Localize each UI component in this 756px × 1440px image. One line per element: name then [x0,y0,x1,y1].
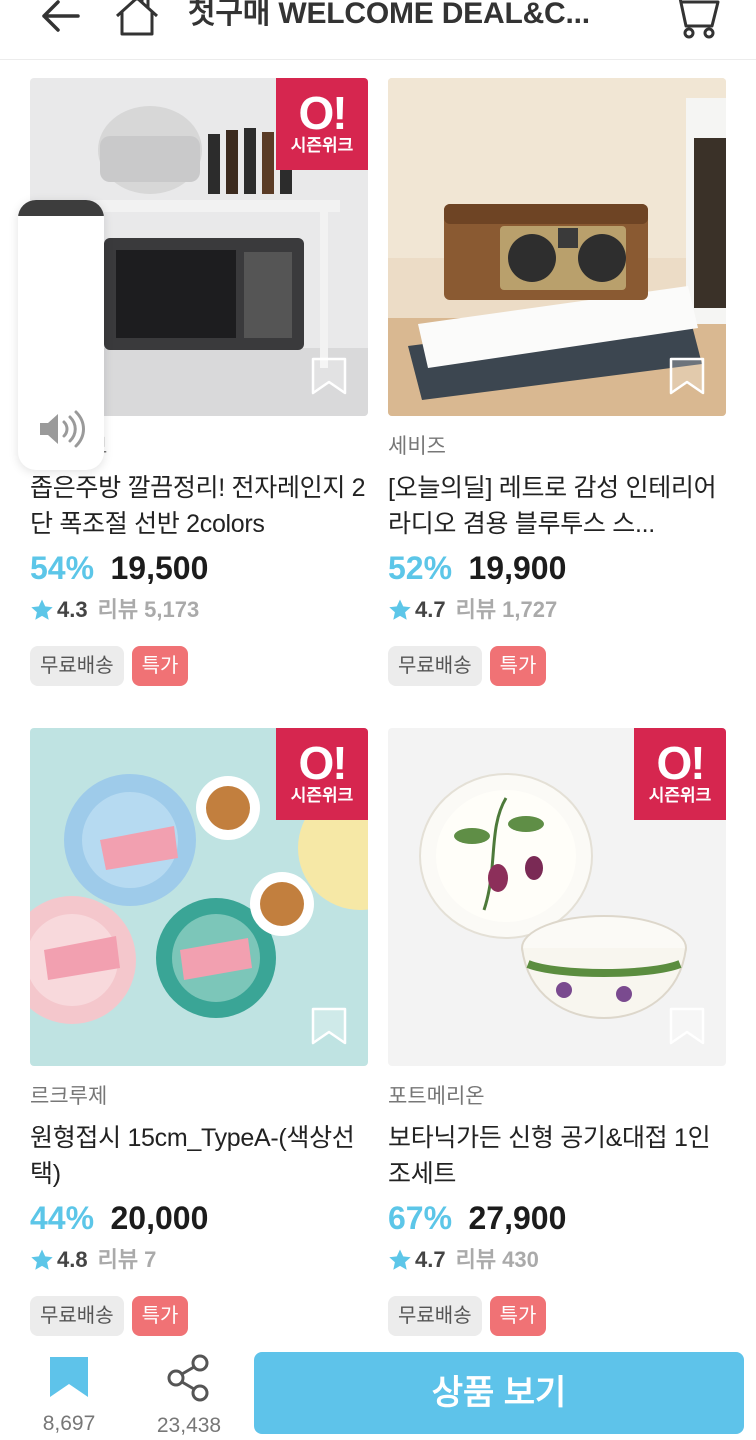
top-app-bar: 첫구매 WELCOME DEAL&C... [0,0,756,60]
bookmark-icon[interactable] [310,1006,348,1046]
free-shipping-tag: 무료배송 [388,646,482,686]
product-name[interactable]: 원형접시 15cm_TypeA-(색상선택) [30,1120,368,1192]
star-icon [31,1249,53,1270]
arrow-left-icon[interactable] [38,0,82,36]
discount-rate: 44% [30,1200,95,1236]
free-shipping-tag: 무료배송 [30,646,124,686]
discount-rate: 52% [388,550,453,586]
special-price-tag: 특가 [489,1296,547,1336]
product-tags: 무료배송 특가 [388,646,726,686]
share-count: 23,438 [156,1414,222,1437]
bookmark-count: 8,697 [42,1412,96,1435]
price-row: 44% 20,000 [30,1198,368,1238]
product-price: 27,900 [468,1200,567,1236]
discount-rate: 67% [388,1200,453,1236]
home-icon[interactable] [112,0,162,38]
volume-level-bar [18,200,104,216]
season-week-badge: O! 시즌위크 [276,728,368,820]
product-tags: 무료배송 특가 [388,1296,726,1336]
product-name[interactable]: 보타닉가든 신형 공기&대접 1인조세트 [388,1120,726,1192]
product-price: 20,000 [110,1200,209,1236]
rating-value: 4.3 [57,597,88,622]
view-product-button[interactable]: 상품 보기 [254,1352,744,1434]
product-price: 19,900 [468,550,567,586]
product-card[interactable]: O! 시즌위크 르크루제 원형접시 15cm_TypeA-(색상선택) 44% … [30,728,368,1336]
special-price-tag: 특가 [131,646,189,686]
page-title: 첫구매 WELCOME DEAL&C... [188,0,590,30]
rating-value: 4.7 [415,597,446,622]
product-brand: 포트메리온 [388,1085,485,1108]
bottom-action-bar: 8,697 23,438 상품 보기 [0,1340,756,1440]
rating-value: 4.7 [415,1247,446,1272]
product-tags: 무료배송 특가 [30,1296,368,1336]
season-week-badge: O! 시즌위크 [276,78,368,170]
star-icon [31,599,53,620]
discount-rate: 54% [30,550,95,586]
product-image[interactable] [388,78,726,416]
rating-value: 4.8 [57,1247,88,1272]
product-name[interactable]: 좁은주방 깔끔정리! 전자레인지 2단 폭조절 선반 2colors [30,470,368,542]
product-brand: 르크루제 [30,1085,108,1108]
bookmark-icon[interactable] [668,356,706,396]
product-price: 19,500 [110,550,209,586]
cart-icon[interactable] [668,0,722,40]
product-tags: 무료배송 특가 [30,646,368,686]
review-count: 리뷰 5,173 [97,597,200,622]
special-price-tag: 특가 [489,646,547,686]
share-icon [167,1354,209,1402]
free-shipping-tag: 무료배송 [30,1296,124,1336]
rating-row: 4.3 리뷰 5,173 [30,594,368,626]
speaker-icon [40,410,85,448]
star-icon [389,1249,411,1270]
rating-row: 4.7 리뷰 430 [388,1244,726,1276]
bookmark-icon[interactable] [310,356,348,396]
product-card[interactable]: O! 시즌위크 포트메리온 보타닉가든 신형 공기&대접 1인조세트 67% 2… [388,728,726,1336]
free-shipping-tag: 무료배송 [388,1296,482,1336]
price-row: 52% 19,900 [388,548,726,588]
share-action[interactable]: 23,438 [144,1354,234,1438]
rating-row: 4.8 리뷰 7 [30,1244,368,1276]
bookmark-icon[interactable] [668,1006,706,1046]
season-week-badge: O! 시즌위크 [634,728,726,820]
price-row: 54% 19,500 [30,548,368,588]
product-card[interactable]: 세비즈 [오늘의딜] 레트로 감성 인테리어 라디오 겸용 블루투스 스... … [388,78,726,686]
product-image[interactable]: O! 시즌위크 [388,728,726,1066]
bookmark-action[interactable]: 8,697 [24,1354,114,1436]
star-icon [389,599,411,620]
product-brand: 세비즈 [388,435,446,458]
review-count: 리뷰 1,727 [455,597,558,622]
special-price-tag: 특가 [131,1296,189,1336]
product-name[interactable]: [오늘의딜] 레트로 감성 인테리어 라디오 겸용 블루투스 스... [388,470,726,542]
volume-slider[interactable] [18,200,104,470]
product-image[interactable]: O! 시즌위크 [30,728,368,1066]
bookmark-filled-icon [50,1357,88,1397]
price-row: 67% 27,900 [388,1198,726,1238]
rating-row: 4.7 리뷰 1,727 [388,594,726,626]
review-count: 리뷰 430 [455,1247,539,1272]
review-count: 리뷰 7 [97,1247,157,1272]
